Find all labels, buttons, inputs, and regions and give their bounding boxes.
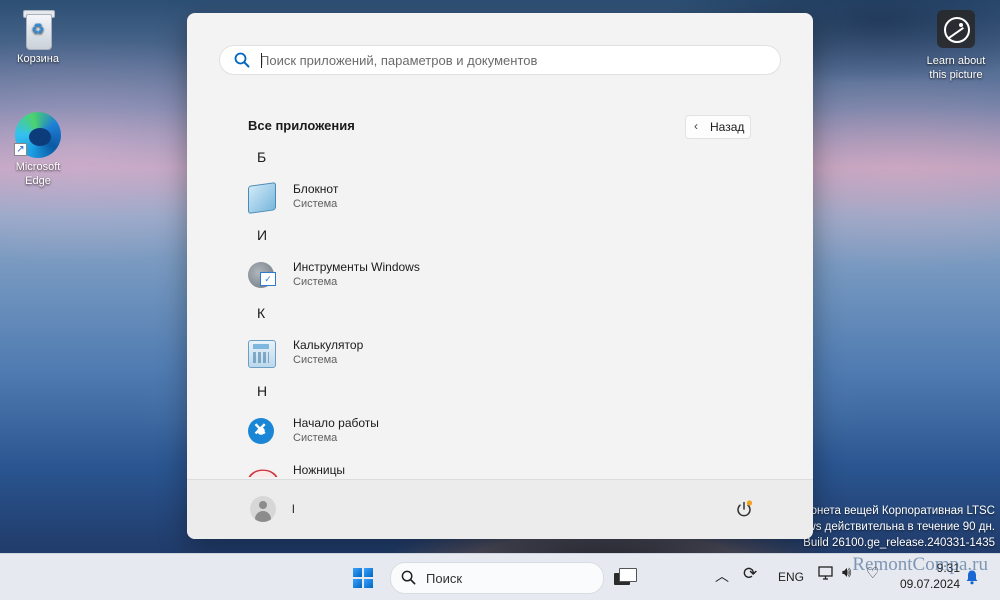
desktop-icon-label-line-1: Learn about	[926, 55, 986, 67]
app-item-snipping-tool[interactable]: Ножницы	[239, 456, 749, 477]
app-item-windows-tools[interactable]: Инструменты Windows Система	[239, 253, 749, 293]
section-letter-k[interactable]: К	[257, 305, 265, 321]
app-name: Ножницы	[293, 463, 346, 477]
taskbar-search[interactable]: Поиск	[390, 562, 604, 594]
activation-watermark: онета вещей Корпоративная LTSC ws действ…	[803, 503, 995, 551]
app-subtitle: Система	[293, 198, 338, 210]
network-icon[interactable]	[818, 565, 836, 581]
sync-icon[interactable]: ⟳	[743, 564, 757, 584]
back-button[interactable]: ‹ Назад	[685, 115, 751, 139]
watermark-line: Build 26100.ge_release.240331-1435	[803, 537, 995, 549]
site-watermark: RemontCompa.ru	[852, 554, 988, 575]
start-search-box[interactable]	[219, 45, 781, 75]
taskbar-search-label: Поиск	[426, 571, 463, 586]
start-button[interactable]	[348, 563, 378, 593]
input-language-indicator[interactable]: ENG	[778, 570, 804, 584]
app-item-get-started[interactable]: Начало работы Система	[239, 409, 749, 449]
section-letter-b[interactable]: Б	[257, 149, 266, 165]
start-menu-footer: l	[187, 479, 813, 539]
taskbar: Поиск ︿ ⟳ ENG 🔊︎ ♡ 9:31 09.07.2024	[0, 553, 1000, 600]
start-menu: Все приложения ‹ Назад Б Блокнот Система…	[187, 13, 813, 539]
all-apps-list: Б Блокнот Система И Инструменты Windows …	[187, 143, 813, 477]
notepad-icon	[248, 182, 276, 214]
user-avatar[interactable]	[250, 496, 276, 522]
user-name[interactable]: l	[292, 502, 295, 516]
power-icon[interactable]	[735, 500, 753, 518]
desktop-icon-label-line-1: Microsoft	[15, 161, 61, 173]
app-item-notepad[interactable]: Блокнот Система	[239, 175, 749, 215]
desktop-icon-recycle-bin[interactable]: ♻ Корзина	[0, 8, 76, 66]
desktop-icon-learn-about-picture[interactable]: Learn about this picture	[918, 10, 994, 82]
watermark-line: онета вещей Корпоративная LTSC	[810, 505, 995, 517]
desktop-icon-edge[interactable]: Microsoft Edge	[0, 112, 76, 188]
calculator-icon	[248, 340, 276, 368]
learn-about-picture-icon	[937, 10, 975, 48]
text-caret	[261, 53, 262, 68]
desktop-icon-label-line-2: Edge	[25, 175, 51, 187]
windows-tools-icon	[248, 262, 276, 288]
app-item-calculator[interactable]: Калькулятор Система	[239, 331, 749, 371]
desktop-icon-label: Корзина	[17, 53, 59, 65]
all-apps-heading: Все приложения	[248, 118, 355, 133]
get-started-icon	[248, 418, 274, 444]
section-letter-n[interactable]: Н	[257, 383, 267, 399]
start-search-input[interactable]	[260, 50, 760, 70]
watermark-line: ws действительна в течение 90 дн.	[807, 521, 995, 533]
app-name: Начало работы	[293, 416, 379, 430]
shortcut-arrow-icon: ↗	[14, 143, 27, 156]
chevron-left-icon: ‹	[694, 119, 698, 133]
clock-date: 09.07.2024	[899, 577, 960, 591]
volume-icon[interactable]: 🔊︎	[842, 564, 851, 581]
section-letter-i[interactable]: И	[257, 227, 267, 243]
search-icon	[401, 570, 416, 585]
desktop-icon-label-line-2: this picture	[929, 69, 983, 81]
search-icon	[234, 52, 250, 68]
app-name: Блокнот	[293, 182, 339, 196]
app-subtitle: Система	[293, 354, 338, 366]
app-subtitle: Система	[293, 276, 338, 288]
app-name: Инструменты Windows	[293, 260, 420, 274]
windows-logo-icon	[353, 568, 373, 588]
snipping-tool-icon	[248, 469, 278, 477]
app-name: Калькулятор	[293, 338, 364, 352]
show-hidden-icons-chevron-icon[interactable]: ︿	[715, 566, 729, 586]
task-view-button[interactable]	[614, 568, 637, 586]
recycle-bin-icon: ♻	[21, 8, 55, 50]
app-subtitle: Система	[293, 432, 338, 444]
back-button-label: Назад	[710, 120, 745, 134]
